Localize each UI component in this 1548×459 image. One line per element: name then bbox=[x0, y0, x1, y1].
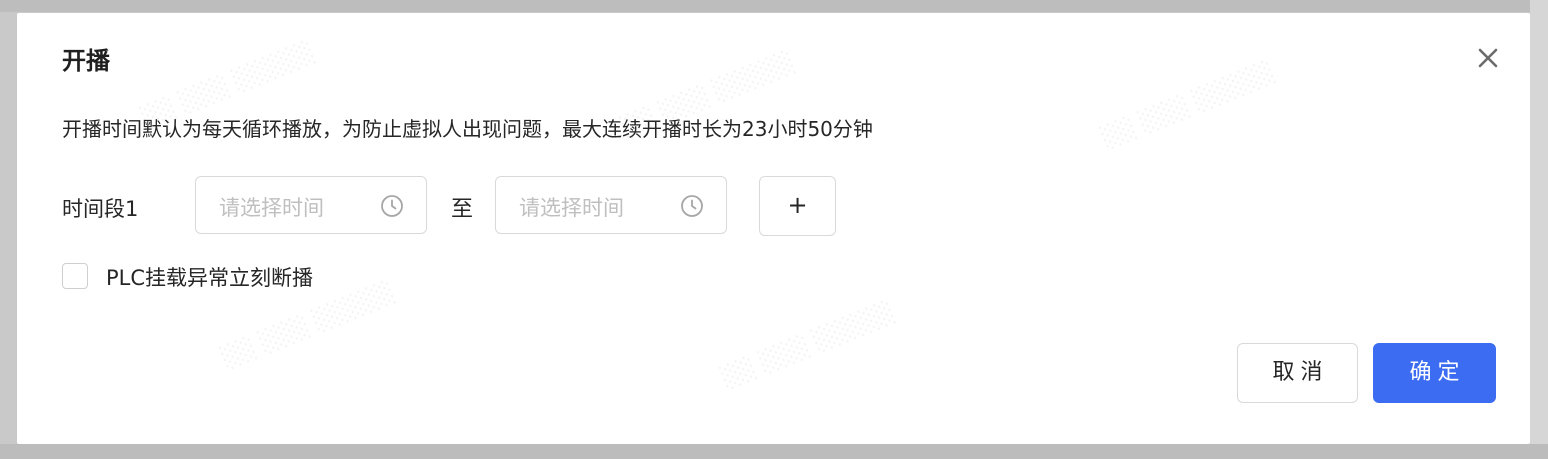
time-range-separator: 至 bbox=[451, 197, 474, 222]
confirm-button[interactable]: 确定 bbox=[1373, 343, 1496, 403]
end-time-picker[interactable]: 请选择时间 bbox=[495, 176, 727, 234]
dialog-title: 开播 bbox=[62, 47, 110, 75]
start-broadcast-dialog: ░░ ░░░ ░░░░░ ░░ ░░░ ░░░░░ ░░ ░░░ ░░░░░ ░… bbox=[17, 13, 1530, 444]
watermark-pattern: ░░ ░░░ ░░░░░ bbox=[1099, 60, 1278, 152]
modal-backdrop-right bbox=[1530, 0, 1548, 459]
start-time-picker[interactable]: 请选择时间 bbox=[195, 176, 427, 234]
cancel-button[interactable]: 取消 bbox=[1237, 343, 1358, 403]
start-time-placeholder: 请选择时间 bbox=[219, 196, 324, 220]
broadcast-notice: 开播时间默认为每天循环播放，为防止虚拟人出现问题，最大连续开播时长为23小时50… bbox=[62, 117, 873, 141]
watermark-pattern: ░░ ░░░ ░░░░░ bbox=[719, 300, 898, 392]
close-icon bbox=[1478, 48, 1498, 68]
end-time-placeholder: 请选择时间 bbox=[519, 196, 624, 220]
clock-icon bbox=[380, 194, 404, 222]
clock-icon bbox=[680, 194, 704, 222]
plc-abort-label[interactable]: PLC挂载异常立刻断播 bbox=[106, 262, 313, 292]
plc-abort-checkbox[interactable] bbox=[62, 263, 88, 289]
modal-backdrop bbox=[0, 0, 1548, 12]
time-range-label: 时间段1 bbox=[62, 197, 139, 221]
close-button[interactable] bbox=[1473, 43, 1503, 73]
modal-backdrop-bottom bbox=[0, 444, 1548, 459]
watermark-pattern: ░░ ░░░ ░░░░░ bbox=[219, 280, 398, 372]
add-time-range-button[interactable]: + bbox=[759, 176, 836, 236]
